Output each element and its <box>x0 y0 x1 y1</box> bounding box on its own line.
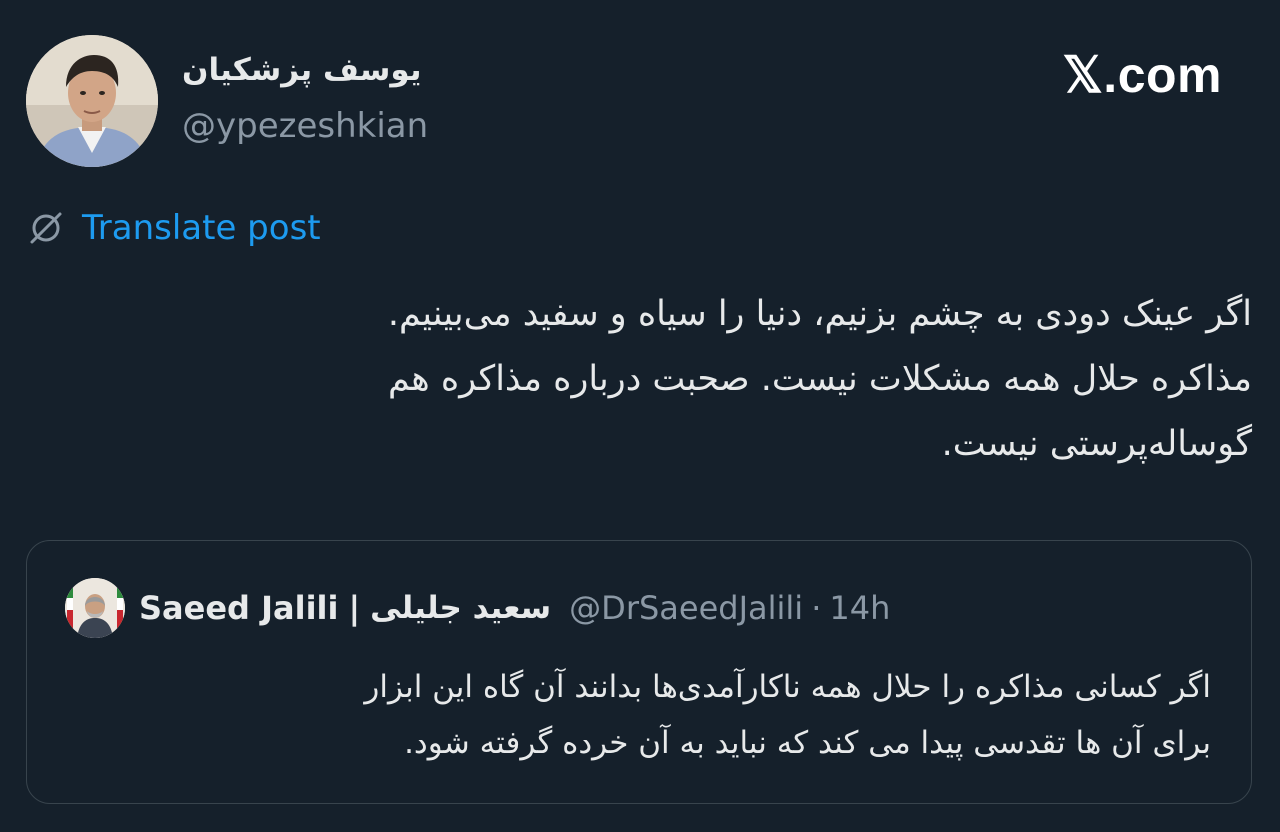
quoted-post-header: Saeed Jalili | سعید جلیلی @DrSaeedJalili… <box>65 577 890 639</box>
globe-slash-icon <box>30 212 62 244</box>
quoted-author-name-persian[interactable]: سعید جلیلی <box>370 590 551 626</box>
translate-post-button[interactable]: Translate post <box>26 206 321 250</box>
post-text: اگر عینک دودی به چشم بزنیم، دنیا را سیاه… <box>92 282 1252 477</box>
author-avatar[interactable] <box>26 35 158 167</box>
translate-post-label: Translate post <box>82 208 321 248</box>
post-text-line: گوساله‌پرستی نیست. <box>941 424 1252 464</box>
author-photo <box>26 35 158 167</box>
x-com-logo: 𝕏.com <box>1062 47 1222 103</box>
quoted-author-name[interactable]: Saeed Jalili <box>139 589 338 627</box>
quoted-name-separator: | <box>348 589 361 627</box>
quoted-author-photo <box>65 578 125 638</box>
quoted-text-line: برای آن ها تقدسی پیدا می کند که نباید به… <box>404 725 1211 761</box>
quoted-post-timestamp[interactable]: 14h <box>829 589 890 627</box>
quoted-text-line: اگر کسانی مذاکره را حلال همه ناکارآمدی‌ه… <box>364 669 1211 705</box>
quoted-author-avatar[interactable] <box>65 578 125 638</box>
quoted-post-card[interactable]: Saeed Jalili | سعید جلیلی @DrSaeedJalili… <box>26 540 1252 804</box>
quoted-author-handle[interactable]: @DrSaeedJalili <box>569 589 803 627</box>
author-handle[interactable]: @ypezeshkian <box>182 106 428 146</box>
post-text-line: مذاکره حلال همه مشکلات نیست. صحبت درباره… <box>388 359 1252 399</box>
author-display-name[interactable]: یوسف پزشکیان <box>182 52 421 88</box>
quoted-post-text: اگر کسانی مذاکره را حلال همه ناکارآمدی‌ه… <box>71 659 1211 771</box>
quoted-meta-separator: · <box>811 589 822 627</box>
post-text-line: اگر عینک دودی به چشم بزنیم، دنیا را سیاه… <box>387 294 1252 334</box>
